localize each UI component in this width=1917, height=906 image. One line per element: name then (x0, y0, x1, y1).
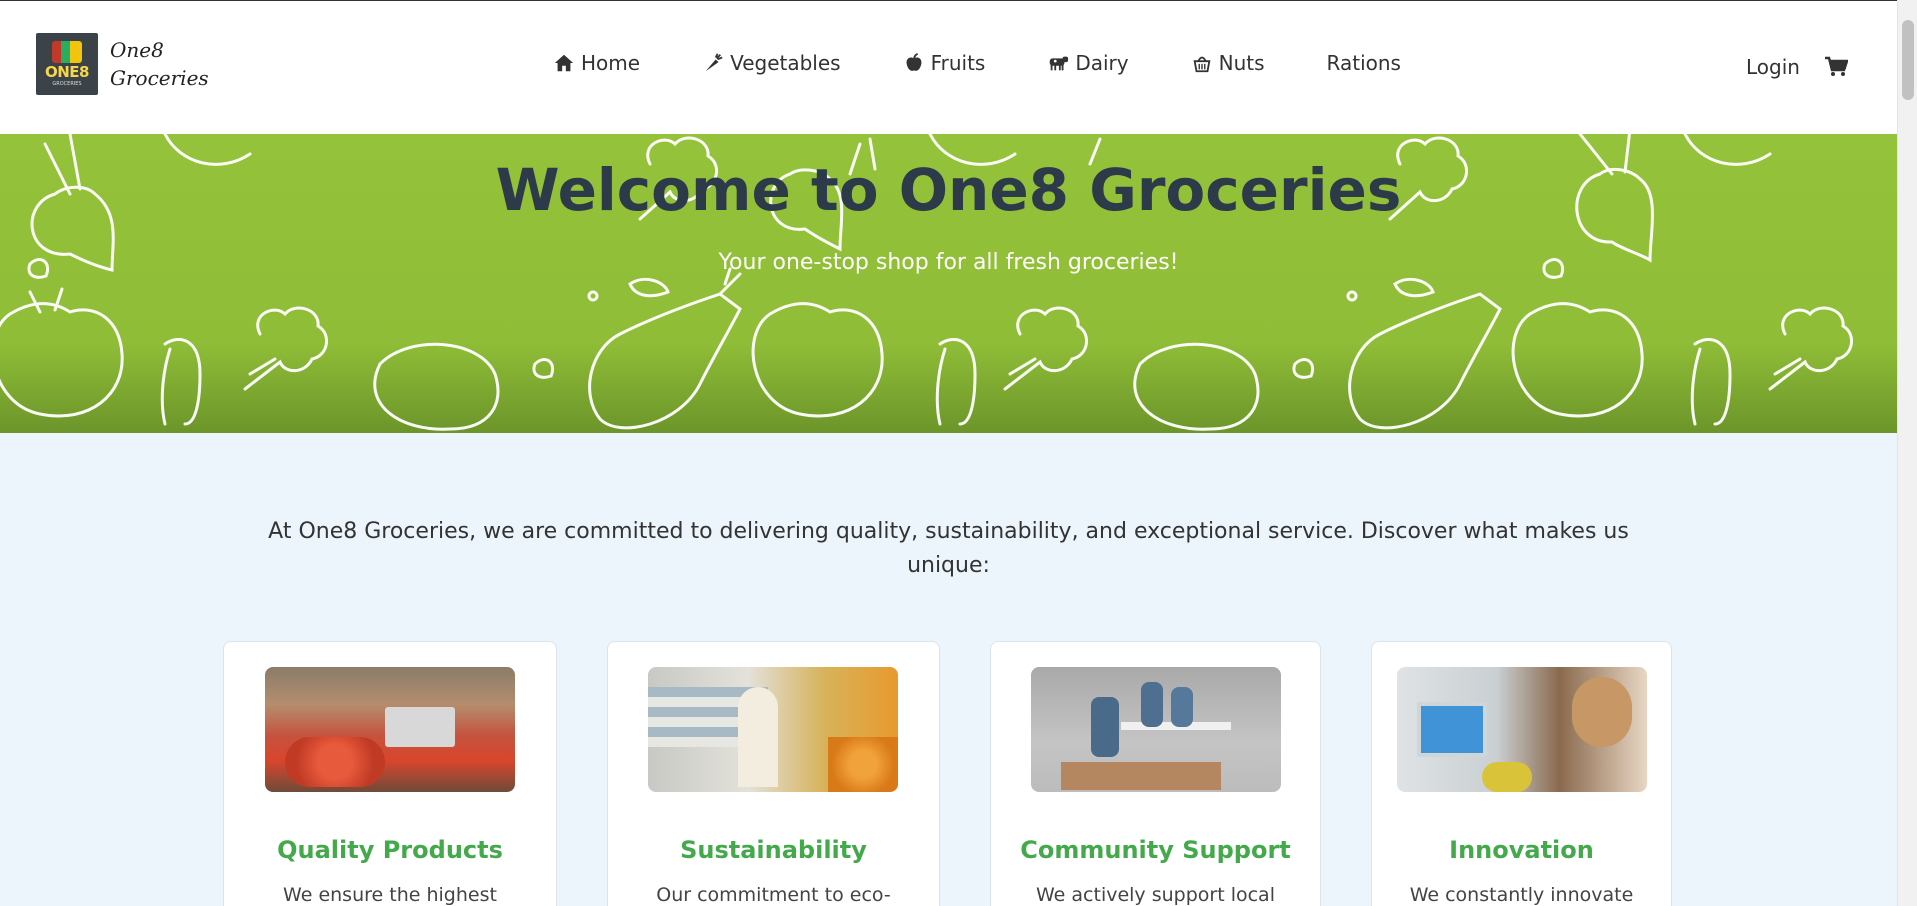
hero-subtitle: Your one-stop shop for all fresh groceri… (718, 250, 1179, 275)
nav-item-dairy[interactable]: Dairy (1047, 51, 1129, 75)
nav-item-label: Rations (1326, 51, 1401, 75)
community-support-image (1031, 667, 1281, 792)
nav-item-label: Home (581, 51, 641, 75)
page-scrollbar[interactable] (1897, 0, 1917, 906)
intro-text: At One8 Groceries, we are committed to d… (268, 519, 1629, 578)
card-title: Quality Products (277, 836, 503, 864)
nav-item-label: Fruits (930, 51, 986, 75)
brand-logo-link[interactable]: ONE8 GROCERIES One8 Groceries (36, 33, 209, 95)
card-title: Sustainability (680, 836, 867, 864)
feature-card-sustainability: Sustainability Our commitment to eco- (607, 641, 940, 906)
nav-item-label: Dairy (1075, 51, 1129, 75)
feature-card-community: Community Support We actively support lo… (990, 641, 1321, 906)
nav-item-vegetables[interactable]: Vegetables (702, 51, 841, 75)
feature-card-innovation: Innovation We constantly innovate (1371, 641, 1672, 906)
top-navbar: ONE8 GROCERIES One8 Groceries Home Veget… (0, 0, 1897, 134)
hero-banner: Welcome to One8 Groceries Your one-stop … (0, 134, 1897, 433)
scrollbar-thumb[interactable] (1902, 20, 1914, 100)
cow-icon (1050, 56, 1069, 71)
carrot-icon (705, 53, 723, 72)
apple-icon (906, 52, 922, 71)
quality-products-image (265, 667, 515, 792)
hero-title: Welcome to One8 Groceries (495, 156, 1402, 224)
nav-item-rations[interactable]: Rations (1327, 51, 1401, 75)
nav-item-home[interactable]: Home (553, 51, 640, 75)
card-title: Community Support (1020, 836, 1291, 864)
nav-item-label: Nuts (1218, 51, 1265, 75)
sustainability-image (648, 667, 898, 792)
brand-name: One8 Groceries (110, 38, 209, 90)
logo-image: ONE8 GROCERIES (36, 33, 98, 95)
card-description: We actively support local (1036, 884, 1275, 906)
nav-item-label: Vegetables (730, 51, 841, 75)
innovation-image (1397, 667, 1647, 792)
card-description: We ensure the highest (283, 884, 497, 906)
nut-basket-icon (1193, 56, 1211, 73)
nav-item-fruits[interactable]: Fruits (903, 51, 986, 75)
login-link[interactable]: Login (1746, 55, 1800, 79)
nav-item-nuts[interactable]: Nuts (1191, 51, 1265, 75)
card-description: Our commitment to eco- (656, 884, 891, 906)
feature-card-quality: Quality Products We ensure the highest (223, 641, 557, 906)
home-icon (554, 54, 574, 72)
card-description: We constantly innovate (1409, 884, 1634, 906)
main-nav: Home Vegetables Fruits Dairy Nuts Ration… (553, 51, 1401, 75)
card-title: Innovation (1449, 836, 1594, 864)
cart-icon[interactable] (1824, 56, 1848, 78)
